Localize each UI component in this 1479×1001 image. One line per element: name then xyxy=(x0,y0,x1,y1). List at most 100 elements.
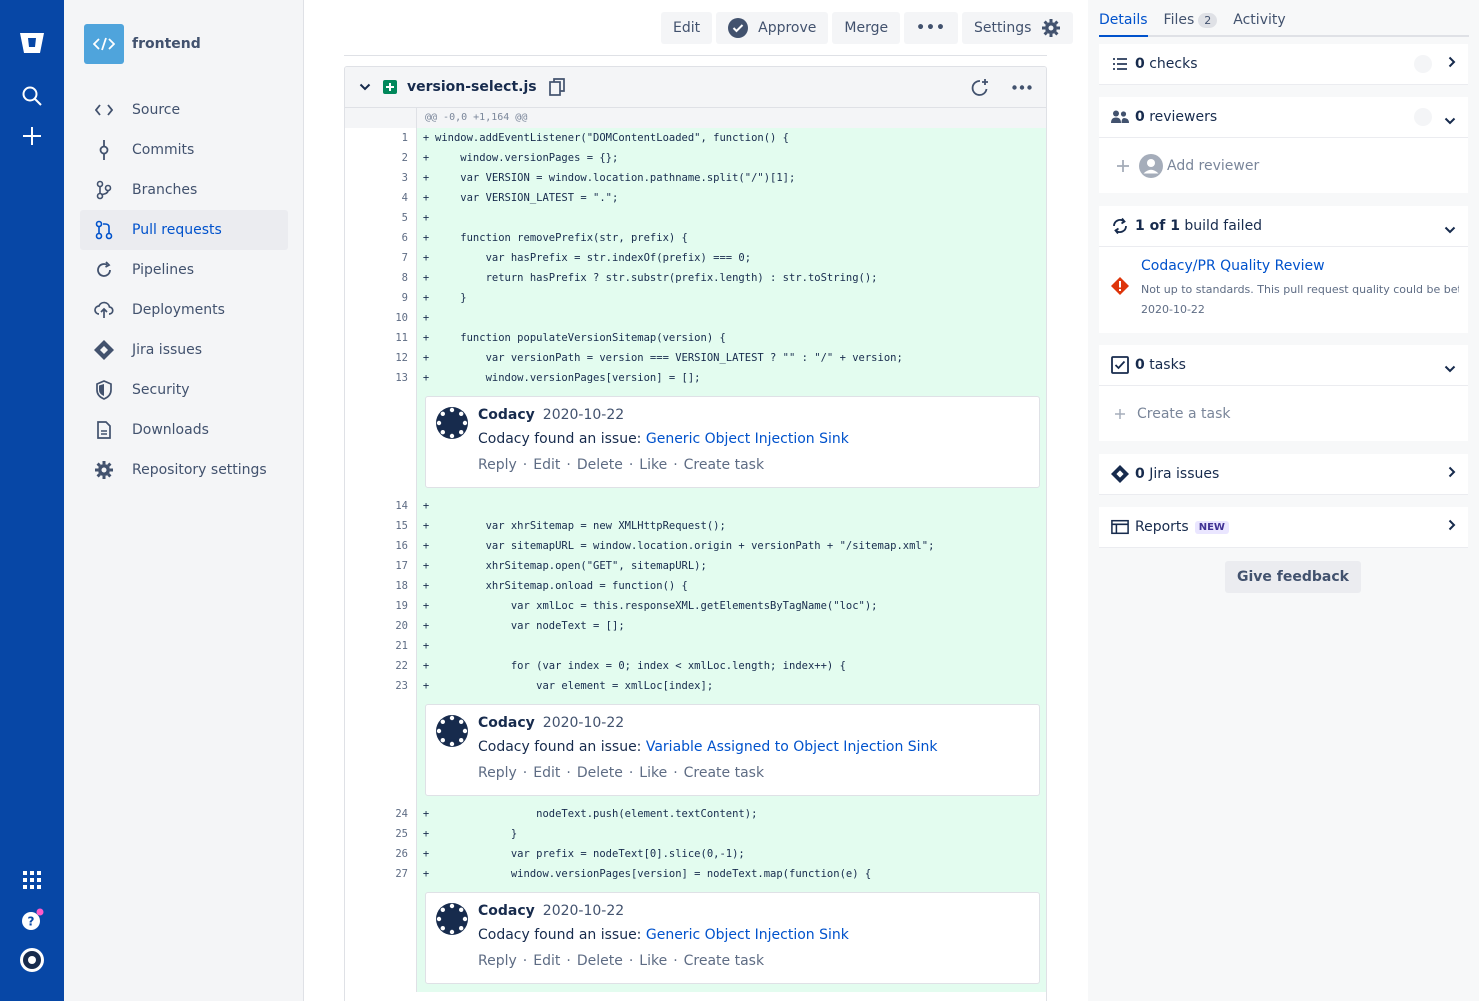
sidebar-item-pipelines[interactable]: Pipelines xyxy=(80,250,288,290)
line-number[interactable]: 25 xyxy=(345,824,417,844)
diff-line: 17 + xhrSitemap.open("GET", sitemapURL); xyxy=(345,556,1046,576)
line-number[interactable]: 24 xyxy=(345,804,417,824)
sidebar-item-jira-issues[interactable]: Jira issues xyxy=(80,330,288,370)
comment-action-like[interactable]: Like xyxy=(639,457,667,473)
comment-action-like[interactable]: Like xyxy=(639,765,667,781)
comment-author[interactable]: Codacy xyxy=(478,715,535,731)
line-number[interactable]: 16 xyxy=(345,536,417,556)
tab-files[interactable]: Files 2 xyxy=(1164,0,1218,37)
comment-action-create-task[interactable]: Create task xyxy=(684,765,764,781)
sidebar-item-branches[interactable]: Branches xyxy=(80,170,288,210)
line-number[interactable]: 18 xyxy=(345,576,417,596)
codacy-avatar-icon[interactable] xyxy=(436,903,468,935)
commit-icon xyxy=(94,140,114,160)
build-name-link[interactable]: Codacy/PR Quality Review xyxy=(1141,258,1325,274)
codacy-avatar-icon[interactable] xyxy=(436,407,468,439)
edit-button[interactable]: Edit xyxy=(661,12,713,44)
add-reviewer-label: Add reviewer xyxy=(1167,157,1260,174)
comment-action-create-task[interactable]: Create task xyxy=(684,953,764,969)
comment-action-like[interactable]: Like xyxy=(639,953,667,969)
line-number[interactable]: 21 xyxy=(345,636,417,656)
line-number[interactable]: 10 xyxy=(345,308,417,328)
line-number[interactable]: 8 xyxy=(345,268,417,288)
settings-button[interactable]: Settings xyxy=(961,12,1074,44)
comment-action-edit[interactable]: Edit xyxy=(533,953,560,969)
chevron-right-icon xyxy=(1448,519,1456,535)
line-number[interactable]: 7 xyxy=(345,248,417,268)
add-reviewer-button[interactable]: Add reviewer xyxy=(1099,138,1468,193)
merge-button[interactable]: Merge xyxy=(832,12,901,44)
add-comment-icon[interactable] xyxy=(970,78,990,98)
sidebar-item-security[interactable]: Security xyxy=(80,370,288,410)
line-number[interactable]: 5 xyxy=(345,208,417,228)
line-number[interactable]: 1 xyxy=(345,128,417,148)
give-feedback-button[interactable]: Give feedback xyxy=(1225,561,1361,593)
tasks-row[interactable]: 0 tasks xyxy=(1099,345,1468,386)
comment-action-create-task[interactable]: Create task xyxy=(684,457,764,473)
comment-author[interactable]: Codacy xyxy=(478,407,535,423)
comment-action-edit[interactable]: Edit xyxy=(533,765,560,781)
codacy-avatar-icon[interactable] xyxy=(436,715,468,747)
line-number[interactable]: 11 xyxy=(345,328,417,348)
create-task-button[interactable]: Create a task xyxy=(1099,386,1468,441)
comment-action-edit[interactable]: Edit xyxy=(533,457,560,473)
copy-icon[interactable] xyxy=(548,78,565,96)
apps-icon[interactable] xyxy=(12,860,52,900)
line-number[interactable]: 13 xyxy=(345,368,417,388)
line-number[interactable]: 22 xyxy=(345,656,417,676)
comment-action-delete[interactable]: Delete xyxy=(577,457,623,473)
line-number[interactable]: 14 xyxy=(345,496,417,516)
line-number[interactable]: 23 xyxy=(345,676,417,696)
comment-author[interactable]: Codacy xyxy=(478,903,535,919)
sidebar-item-source[interactable]: Source xyxy=(80,90,288,130)
code-text: var xmlLoc = this.responseXML.getElement… xyxy=(431,596,1046,616)
line-number[interactable]: 6 xyxy=(345,228,417,248)
comment-body: Codacy found an issue: Generic Object In… xyxy=(478,927,1029,943)
jira-row[interactable]: 0 Jira issues xyxy=(1099,454,1468,495)
comment-action-reply[interactable]: Reply xyxy=(478,457,517,473)
line-number[interactable]: 2 xyxy=(345,148,417,168)
line-number[interactable]: 15 xyxy=(345,516,417,536)
chevron-down-icon[interactable] xyxy=(359,83,371,91)
line-number[interactable]: 19 xyxy=(345,596,417,616)
sidebar-item-deployments[interactable]: Deployments xyxy=(80,290,288,330)
comment-gutter xyxy=(345,388,417,496)
comment-issue-link[interactable]: Generic Object Injection Sink xyxy=(646,431,849,447)
line-number[interactable]: 17 xyxy=(345,556,417,576)
bitbucket-logo-icon[interactable] xyxy=(12,23,52,63)
line-number[interactable]: 3 xyxy=(345,168,417,188)
tab-activity[interactable]: Activity xyxy=(1233,0,1285,37)
search-icon[interactable] xyxy=(12,76,52,116)
comment-issue-link[interactable]: Generic Object Injection Sink xyxy=(646,927,849,943)
sidebar-item-label: Jira issues xyxy=(132,342,203,358)
checks-row[interactable]: 0 checks xyxy=(1099,44,1468,85)
line-number[interactable]: 4 xyxy=(345,188,417,208)
sidebar-item-downloads[interactable]: Downloads xyxy=(80,410,288,450)
line-number[interactable]: 12 xyxy=(345,348,417,368)
file-more-icon[interactable] xyxy=(1012,85,1032,90)
settings-label: Settings xyxy=(973,20,1032,36)
file-name[interactable]: version-select.js xyxy=(407,79,537,95)
comment-action-reply[interactable]: Reply xyxy=(478,953,517,969)
comment-action-delete[interactable]: Delete xyxy=(577,953,623,969)
line-number[interactable]: 26 xyxy=(345,844,417,864)
comment-issue-link[interactable]: Variable Assigned to Object Injection Si… xyxy=(646,739,938,755)
sidebar-item-pull-requests[interactable]: Pull requests xyxy=(80,210,288,250)
tab-details[interactable]: Details xyxy=(1099,0,1148,37)
line-number[interactable]: 20 xyxy=(345,616,417,636)
approve-button[interactable]: Approve xyxy=(716,12,829,44)
more-actions-button[interactable]: ••• xyxy=(904,12,958,44)
comment-action-delete[interactable]: Delete xyxy=(577,765,623,781)
reports-row[interactable]: Reports NEW xyxy=(1099,507,1468,548)
line-number[interactable]: 9 xyxy=(345,288,417,308)
create-icon[interactable] xyxy=(12,116,52,156)
reviewers-row[interactable]: 0 reviewers xyxy=(1099,97,1468,138)
builds-row[interactable]: 1 of 1 build failed xyxy=(1099,206,1468,247)
profile-avatar-icon[interactable] xyxy=(12,940,52,980)
sidebar-item-repository-settings[interactable]: Repository settings xyxy=(80,450,288,490)
sidebar-item-commits[interactable]: Commits xyxy=(80,130,288,170)
line-number[interactable]: 27 xyxy=(345,864,417,884)
help-icon[interactable]: ? xyxy=(12,900,52,940)
comment-action-reply[interactable]: Reply xyxy=(478,765,517,781)
repo-header[interactable]: frontend xyxy=(84,24,201,64)
